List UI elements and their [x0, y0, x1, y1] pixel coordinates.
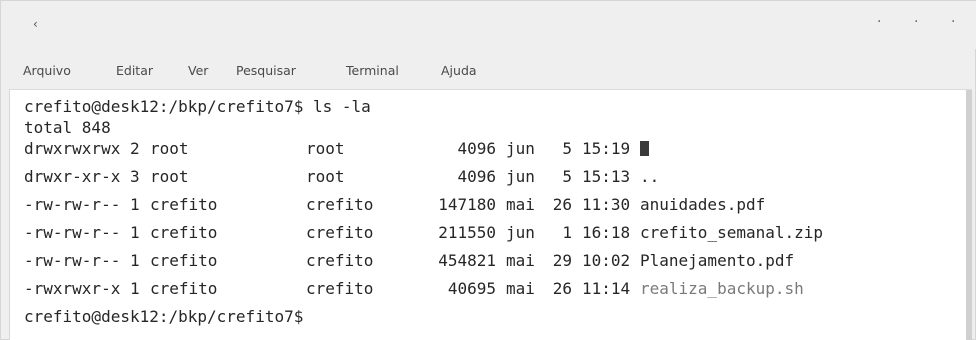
- cell-time: 11:14: [582, 279, 631, 298]
- cursor-block: [640, 138, 649, 159]
- cell-size: 4096: [457, 167, 496, 186]
- cell-links: 2: [130, 139, 140, 158]
- listing-row: -rw-rw-r-- 1 crefito crefito 454821 mai 29 10:0…: [24, 250, 954, 271]
- cell-size: 454821: [438, 251, 496, 270]
- cell-links: 3: [130, 167, 140, 186]
- listing-row: drwxrwxrwx 2 root root 4096 jun 5 15:19: [24, 138, 954, 159]
- cell-group: root: [306, 139, 345, 158]
- cell-time: 15:19: [582, 139, 631, 158]
- cell-time: 10:02: [582, 251, 631, 270]
- cell-day: 26: [552, 279, 572, 298]
- cell-owner: crefito: [150, 223, 218, 242]
- cell-perms: drwxrwxrwx: [24, 139, 121, 158]
- cell-day: 5: [562, 139, 572, 158]
- menu-terminal[interactable]: Terminal: [346, 63, 399, 78]
- menu-editar[interactable]: Editar: [116, 63, 153, 78]
- cell-size: 147180: [438, 195, 496, 214]
- cell-month: mai: [506, 251, 535, 270]
- cell-name: crefito_semanal.zip: [640, 223, 824, 242]
- cell-month: jun: [506, 223, 535, 242]
- cell-owner: root: [150, 139, 189, 158]
- cell-month: mai: [506, 195, 535, 214]
- cell-size: 40695: [447, 279, 496, 298]
- cell-links: 1: [130, 195, 140, 214]
- cell-group: crefito: [306, 223, 374, 242]
- final-prompt-line: crefito@desk12:/bkp/crefito7$: [24, 307, 304, 326]
- cell-group: crefito: [306, 195, 374, 214]
- listing-row: -rw-rw-r-- 1 crefito crefito 147180 mai 26 11:3…: [24, 194, 954, 215]
- listing-row: drwxr-xr-x 3 root root 4096 jun 5 15:13..: [24, 166, 954, 187]
- maximize-button[interactable]: ·: [914, 15, 918, 29]
- cell-owner: crefito: [150, 279, 218, 298]
- cell-perms: -rw-rw-r--: [24, 223, 121, 242]
- cell-day: 1: [562, 223, 572, 242]
- command-prompt-line: crefito@desk12:/bkp/crefito7$ ls -la: [24, 97, 371, 116]
- cell-group: crefito: [306, 251, 374, 270]
- cell-month: jun: [506, 139, 535, 158]
- listing-row: -rwxrwxr-x 1 crefito crefito 40695 mai 26 11:14…: [24, 278, 954, 299]
- listing-row: -rw-rw-r-- 1 crefito crefito 211550 jun 1 16:18…: [24, 222, 954, 243]
- menu-pesquisar[interactable]: Pesquisar: [236, 63, 296, 78]
- cell-name: Planejamento.pdf: [640, 251, 795, 270]
- cell-month: mai: [506, 279, 535, 298]
- cell-perms: drwxr-xr-x: [24, 167, 121, 186]
- cell-owner: crefito: [150, 251, 218, 270]
- cell-owner: root: [150, 167, 189, 186]
- cell-links: 1: [130, 251, 140, 270]
- scrollbar[interactable]: [966, 90, 972, 340]
- cell-name: realiza_backup.sh: [640, 279, 804, 298]
- cell-perms: -rwxrwxr-x: [24, 279, 121, 298]
- cell-size: 211550: [438, 223, 496, 242]
- cell-group: crefito: [306, 279, 374, 298]
- cell-day: 5: [562, 167, 572, 186]
- cell-perms: -rw-rw-r--: [24, 195, 121, 214]
- cell-time: 15:13: [582, 167, 631, 186]
- menu-arquivo[interactable]: Arquivo: [23, 63, 71, 78]
- cell-perms: -rw-rw-r--: [24, 251, 121, 270]
- cell-group: root: [306, 167, 345, 186]
- cell-links: 1: [130, 223, 140, 242]
- menu-ver[interactable]: Ver: [188, 63, 208, 78]
- cell-time: 11:30: [582, 195, 631, 214]
- minimize-button[interactable]: ·: [877, 15, 881, 29]
- terminal-window: ‹ · · · Arquivo Editar Ver Pesquisar Ter…: [0, 0, 976, 340]
- total-line: total 848: [24, 118, 111, 137]
- cell-name: anuidades.pdf: [640, 195, 766, 214]
- menu-bar: Arquivo Editar Ver Pesquisar Terminal Aj…: [1, 55, 976, 85]
- cell-month: jun: [506, 167, 535, 186]
- menu-ajuda[interactable]: Ajuda: [441, 63, 477, 78]
- window-grip-icon[interactable]: ‹: [33, 17, 38, 31]
- cell-day: 26: [552, 195, 572, 214]
- cell-links: 1: [130, 279, 140, 298]
- close-button[interactable]: ·: [951, 15, 955, 29]
- cell-owner: crefito: [150, 195, 218, 214]
- cell-name: ..: [640, 167, 660, 186]
- cell-time: 16:18: [582, 223, 631, 242]
- terminal-output[interactable]: crefito@desk12:/bkp/crefito7$ ls -la tot…: [9, 89, 972, 340]
- title-bar[interactable]: ‹ · · ·: [1, 1, 976, 49]
- cell-size: 4096: [457, 139, 496, 158]
- cell-day: 29: [552, 251, 572, 270]
